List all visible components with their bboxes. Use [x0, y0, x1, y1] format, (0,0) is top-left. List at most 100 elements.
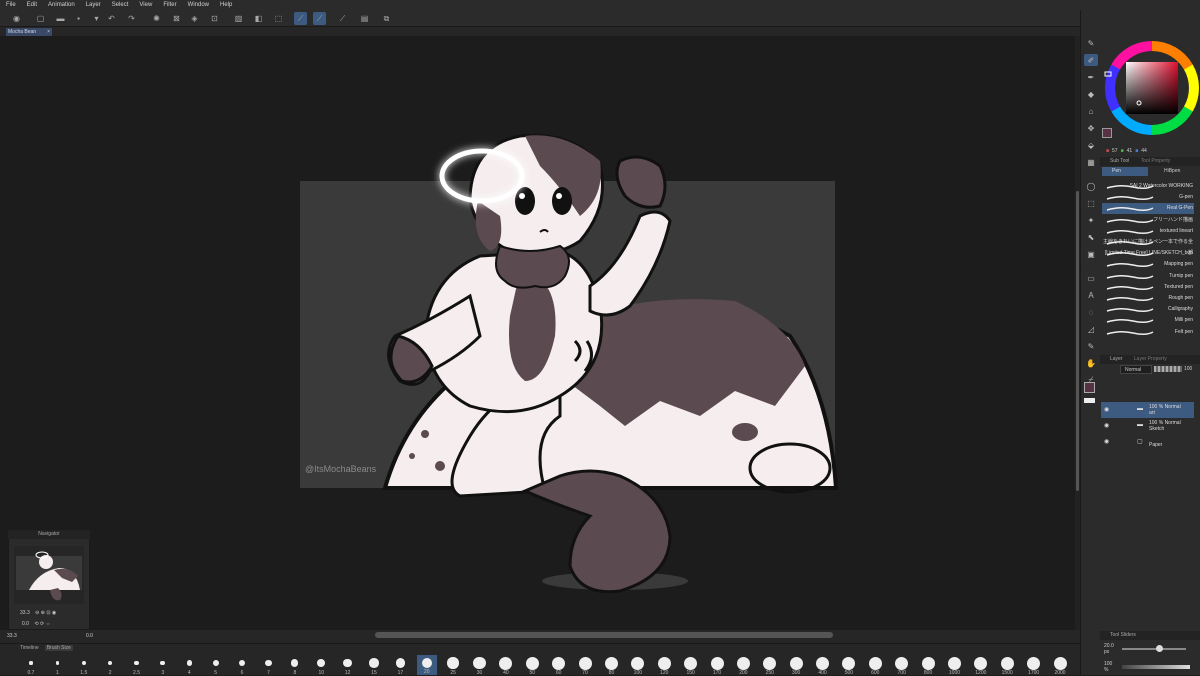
brush-size-6[interactable]: 6 [232, 655, 252, 676]
brush-size-400[interactable]: 400 [813, 655, 833, 676]
brush-size-1500[interactable]: 1500 [997, 655, 1017, 676]
tool-property-title[interactable]: Tool Property [1141, 158, 1170, 164]
brush-size-5[interactable]: 5 [206, 655, 226, 676]
settings-icon[interactable]: ✺ [150, 12, 163, 25]
share-icon[interactable]: ⧉ [380, 12, 393, 25]
menu-animation[interactable]: Animation [48, 2, 75, 8]
subtool-brush-item[interactable]: Milli pen [1102, 315, 1194, 326]
subtool-brush-item[interactable]: Rough pen [1102, 293, 1194, 304]
document-tab[interactable]: Mocha Bean × [6, 28, 52, 36]
brush-size-2[interactable]: 2 [100, 655, 120, 676]
correct-line-icon[interactable]: ✎ [1084, 340, 1098, 352]
eraser-tool-icon[interactable]: ◆ [1084, 88, 1098, 100]
move-tool-icon[interactable]: ✥ [1084, 122, 1098, 134]
zoom-readout[interactable]: 33.3 [7, 633, 17, 639]
ruler-tool-icon[interactable]: ◿ [1084, 323, 1098, 335]
fill-tool-icon[interactable]: ⬙ [1084, 139, 1098, 151]
redo-icon[interactable]: ↷ [125, 12, 138, 25]
eye-icon[interactable]: ◉ [1104, 406, 1109, 413]
subtool-brush-item[interactable]: SAI 2 Watercolor WORKING [1102, 181, 1194, 192]
brush-size-1[interactable]: 1 [47, 655, 67, 676]
subtool-brush-item[interactable]: Textured pen [1102, 282, 1194, 293]
subtool-tab-pen[interactable]: Pen [1102, 167, 1148, 176]
subtool-tab-hibpen[interactable]: HiBpen [1150, 167, 1194, 176]
pages-icon[interactable]: ▤ [358, 12, 371, 25]
menu-file[interactable]: File [6, 2, 16, 8]
blend-mode-select[interactable]: Normal [1120, 365, 1152, 374]
subtool-brush-item[interactable]: G-pen [1102, 192, 1194, 203]
fill-icon[interactable]: ◈ [188, 12, 201, 25]
brush-size-50[interactable]: 50 [522, 655, 542, 676]
navigator-zoom[interactable]: 33.3 ⊖ ⊕ ⊡ ◉ [20, 610, 56, 616]
flip-icon[interactable]: ⇔ [46, 621, 51, 627]
main-color-swatch[interactable] [1084, 382, 1095, 393]
subtool-brush-item[interactable]: 主線をきれいに描けるペン一本で作る全部 [1102, 237, 1194, 256]
pen-tool-icon[interactable]: ✎ [1084, 37, 1098, 49]
opacity-value[interactable]: 100 [1184, 366, 1192, 372]
brush-size-20[interactable]: 20 [416, 655, 437, 675]
text-tool-icon[interactable]: A [1084, 289, 1098, 301]
new-file-icon[interactable]: ▢ [34, 12, 47, 25]
brush-size-600[interactable]: 600 [865, 655, 885, 676]
brush-size-25[interactable]: 25 [443, 655, 463, 676]
brush-size-15[interactable]: 15 [364, 655, 384, 676]
navigator-angle[interactable]: 0.0 ⟲ ⟳ ⇔ [22, 621, 51, 627]
layer-row[interactable]: ◉ ▬ 100 % Normal Sketch [1101, 418, 1194, 434]
clear-icon[interactable]: ⊠ [170, 12, 183, 25]
brush-size-2.5[interactable]: 2.5 [127, 655, 147, 676]
opacity-slider[interactable] [1154, 366, 1182, 372]
undo-icon[interactable]: ↶ [105, 12, 118, 25]
snap-special-ruler-icon[interactable]: ⟋ [313, 12, 326, 25]
marquee-icon[interactable]: ⬚ [272, 12, 285, 25]
deselect-icon[interactable]: ◧ [252, 12, 265, 25]
brush-size-10[interactable]: 10 [311, 655, 331, 676]
brush-size-80[interactable]: 80 [601, 655, 621, 676]
brush-size-200[interactable]: 200 [733, 655, 753, 676]
menu-window[interactable]: Window [188, 2, 209, 8]
layer-move-icon[interactable]: ▣ [1084, 248, 1098, 260]
layer-row[interactable]: ◉ ▢ Paper [1101, 434, 1194, 450]
brush-size-800[interactable]: 800 [918, 655, 938, 676]
color-wheel[interactable] [1100, 38, 1200, 142]
subtool-brush-item[interactable]: Real G-Pen [1102, 203, 1194, 215]
menu-view[interactable]: View [139, 2, 152, 8]
size-slider-handle[interactable] [1156, 645, 1163, 652]
brush-size-1000[interactable]: 1000 [944, 655, 964, 676]
artwork[interactable]: @ItsMochaBeans [0, 36, 1075, 630]
selection-icon[interactable]: ▨ [232, 12, 245, 25]
menu-select[interactable]: Select [112, 2, 129, 8]
actual-size-icon[interactable]: ◉ [52, 610, 56, 616]
color-main-chip[interactable] [1102, 128, 1112, 138]
tab-brush-size[interactable]: Brush Size [44, 645, 73, 651]
select-tool-icon[interactable]: ⬚ [1084, 197, 1098, 209]
layer-panel-title[interactable]: Layer [1110, 356, 1123, 362]
canvas-area[interactable]: @ItsMochaBeans [0, 36, 1075, 630]
brush-size-100[interactable]: 100 [628, 655, 648, 676]
balloon-tool-icon[interactable]: ◌ [1084, 306, 1098, 318]
subtool-brush-item[interactable]: Calligraphy [1102, 304, 1194, 315]
zoom-in-icon[interactable]: ⊕ [41, 610, 45, 616]
subtool-brush-item[interactable]: フリーハンド描画 [1102, 215, 1194, 226]
brush-size-0.7[interactable]: 0.7 [21, 655, 41, 676]
transform-icon[interactable]: ⊡ [208, 12, 221, 25]
brush-size-1700[interactable]: 1700 [1024, 655, 1044, 676]
brush-size-1200[interactable]: 1200 [971, 655, 991, 676]
vertical-scrollbar-thumb[interactable] [1076, 191, 1079, 491]
hand-tool-icon[interactable]: ✋ [1084, 357, 1098, 369]
tool-opacity-slider[interactable] [1122, 665, 1190, 669]
brush-size-700[interactable]: 700 [892, 655, 912, 676]
gradient-tool-icon[interactable]: ▦ [1084, 156, 1098, 168]
snap-ruler-icon[interactable]: ⟋ [294, 12, 307, 25]
brush-size-3[interactable]: 3 [153, 655, 173, 676]
layer-property-title[interactable]: Layer Property [1134, 356, 1167, 362]
brush-size-17[interactable]: 17 [390, 655, 410, 676]
brush-size-8[interactable]: 8 [285, 655, 305, 676]
brush-size-60[interactable]: 60 [549, 655, 569, 676]
auto-select-icon[interactable]: ✦ [1084, 214, 1098, 226]
blend-tool-icon[interactable]: ⌂ [1084, 105, 1098, 117]
layer-row[interactable]: ◉ ▬ 100 % Normal art [1101, 402, 1194, 418]
brush-size-2000[interactable]: 2000 [1050, 655, 1070, 676]
figure-tool-icon[interactable]: ▭ [1084, 272, 1098, 284]
subtool-brush-item[interactable]: Turnip pen [1102, 271, 1194, 282]
angle-readout[interactable]: 0.0 [86, 633, 93, 639]
